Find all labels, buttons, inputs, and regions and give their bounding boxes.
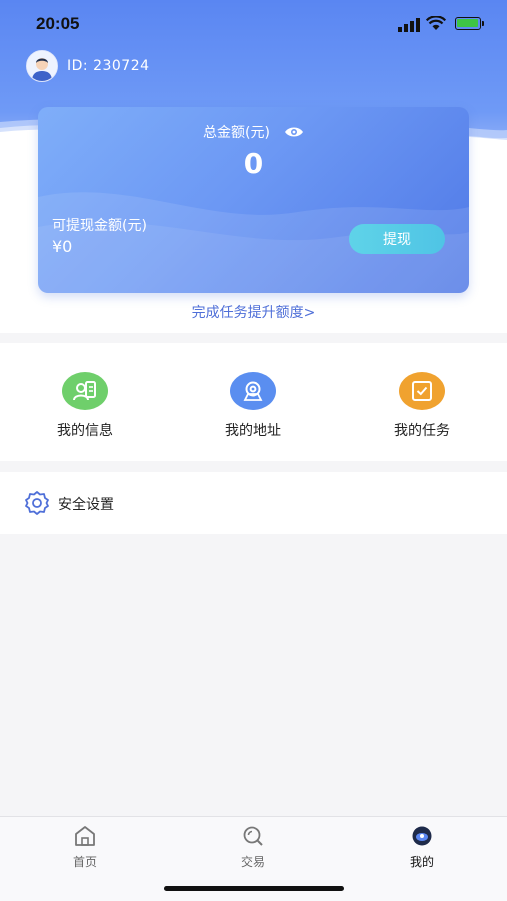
- total-amount-value: 0: [243, 147, 264, 180]
- search-icon: [243, 826, 263, 846]
- security-settings-row[interactable]: 安全设置: [0, 472, 507, 534]
- menu-label-my-task: 我的任务: [394, 423, 450, 439]
- location-icon: [230, 372, 276, 410]
- total-amount-label: 总金额(元): [203, 125, 270, 141]
- menu-section: 我的信息 我的地址 我的任务: [0, 343, 507, 461]
- menu-item-my-info[interactable]: 我的信息: [25, 368, 145, 440]
- tab-label-trade: 交易: [240, 855, 265, 869]
- upgrade-limit-link[interactable]: 完成任务提升额度>: [0, 302, 507, 322]
- home-indicator: [164, 886, 344, 891]
- avatar-icon: [27, 51, 57, 81]
- eye-icon[interactable]: [284, 126, 304, 138]
- menu-item-my-task[interactable]: 我的任务: [362, 368, 482, 440]
- user-id: ID: 230724: [67, 58, 150, 74]
- battery-icon: [455, 17, 481, 30]
- tab-label-home: 首页: [72, 855, 97, 869]
- security-settings-label: 安全设置: [58, 497, 114, 513]
- status-time: 20:05: [36, 14, 80, 33]
- tab-home[interactable]: 首页: [45, 825, 125, 870]
- tab-label-mine: 我的: [409, 855, 434, 869]
- menu-item-my-address[interactable]: 我的地址: [193, 368, 313, 440]
- tab-mine[interactable]: 我的: [382, 825, 462, 870]
- home-icon: [75, 826, 95, 846]
- avatar[interactable]: [26, 50, 58, 82]
- profile-icon: [412, 826, 432, 846]
- available-amount-value: ¥0: [52, 237, 73, 256]
- withdraw-button[interactable]: 提现: [349, 224, 445, 254]
- wifi-icon: [426, 16, 446, 30]
- status-bar: 20:05: [0, 0, 507, 50]
- gear-icon: [25, 491, 49, 515]
- profile-header: ID: 230724: [26, 50, 150, 82]
- menu-label-my-info: 我的信息: [57, 423, 113, 439]
- tab-trade[interactable]: 交易: [213, 825, 293, 870]
- user-card-icon: [62, 372, 108, 410]
- total-amount-row: 总金额(元): [38, 122, 469, 142]
- menu-label-my-address: 我的地址: [225, 423, 281, 439]
- signal-icon: [398, 18, 420, 32]
- balance-card: 总金额(元) 0 可提现金额(元) ¥0 提现: [38, 107, 469, 293]
- available-amount-label: 可提现金额(元): [52, 218, 147, 234]
- task-icon: [399, 372, 445, 410]
